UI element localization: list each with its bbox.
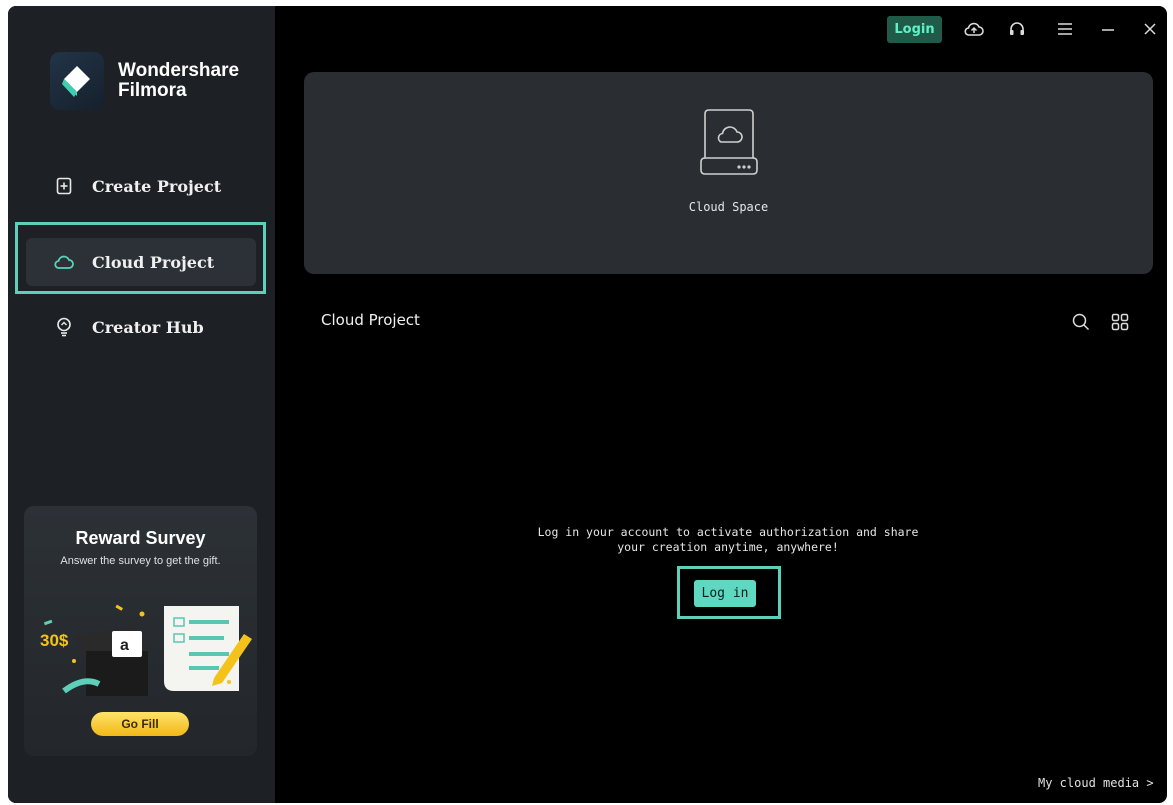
filmora-window: Wondershare Filmora Create Project Cloud…	[8, 6, 1167, 803]
go-fill-button[interactable]: Go Fill	[91, 712, 189, 736]
login-button-top[interactable]: Login	[887, 16, 942, 43]
cloud-space-panel[interactable]: Cloud Space	[304, 72, 1153, 274]
brand: Wondershare Filmora	[50, 52, 239, 110]
svg-text:a: a	[120, 637, 129, 654]
filmora-logo-icon	[50, 52, 104, 110]
sidebar-item-label: Cloud Project	[92, 252, 215, 272]
reward-badge: 30$	[40, 631, 69, 650]
lightbulb-icon	[54, 317, 74, 337]
search-icon[interactable]	[1070, 311, 1092, 333]
cloud-icon	[54, 252, 74, 272]
cloud-drive-icon	[695, 106, 763, 182]
sidebar-item-creator-hub[interactable]: Creator Hub	[26, 303, 256, 351]
menu-icon[interactable]	[1054, 18, 1076, 40]
grid-view-icon[interactable]	[1109, 311, 1131, 333]
reward-title: Reward Survey	[75, 528, 206, 548]
brand-name: Wondershare Filmora	[118, 61, 239, 101]
cloud-upload-icon[interactable]	[963, 18, 985, 40]
login-message: Log in your account to activate authoriz…	[478, 525, 978, 555]
close-icon[interactable]	[1139, 18, 1161, 40]
sidebar-item-create-project[interactable]: Create Project	[26, 162, 256, 210]
minimize-icon[interactable]	[1097, 18, 1119, 40]
sidebar-item-label: Create Project	[92, 176, 222, 196]
reward-subtitle: Answer the survey to get the gift.	[60, 555, 221, 567]
cloud-space-label: Cloud Space	[688, 200, 769, 214]
login-message-line1: Log in your account to activate authoriz…	[537, 525, 919, 539]
reward-survey-card[interactable]: Reward Survey Answer the survey to get t…	[24, 506, 257, 756]
brand-line2: Filmora	[118, 80, 187, 101]
headset-icon[interactable]	[1006, 18, 1028, 40]
my-cloud-media-link[interactable]: My cloud media >	[1038, 776, 1154, 790]
section-title: Cloud Project	[321, 311, 420, 329]
sidebar-item-cloud-project[interactable]: Cloud Project	[26, 238, 256, 286]
add-file-icon	[54, 176, 74, 196]
reward-illustration: a 30$	[24, 596, 257, 706]
log-in-button[interactable]: Log in	[694, 580, 756, 607]
sidebar: Wondershare Filmora Create Project Cloud…	[8, 6, 275, 803]
login-message-line2: your creation anytime, anywhere!	[617, 540, 839, 554]
brand-line1: Wondershare	[118, 60, 240, 81]
sidebar-item-label: Creator Hub	[92, 317, 204, 337]
